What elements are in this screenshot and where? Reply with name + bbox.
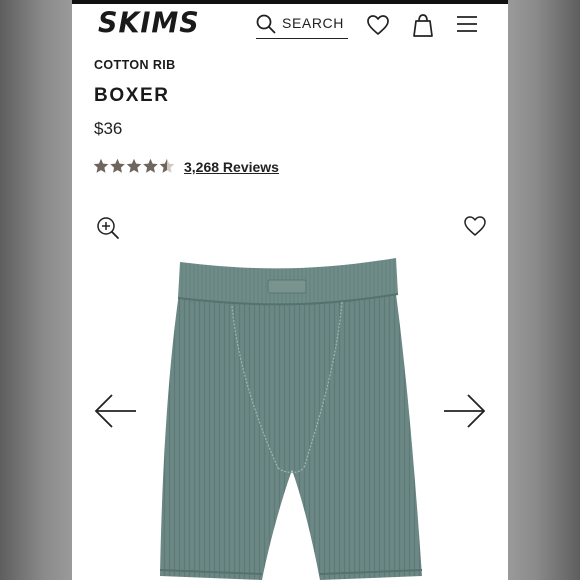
heart-icon[interactable]	[366, 14, 390, 36]
star-icon	[110, 158, 125, 173]
product-price: $36	[94, 119, 123, 138]
menu-icon[interactable]	[456, 15, 478, 33]
wishlist-heart-icon[interactable]	[463, 215, 487, 237]
search-label: SEARCH	[282, 15, 344, 31]
product-image	[159, 258, 423, 580]
product-collection: COTTON RIB	[94, 58, 176, 72]
search-icon	[256, 14, 276, 34]
reviews-link[interactable]: 3,268 Reviews	[184, 159, 279, 175]
photo-background-right	[508, 0, 580, 580]
arrow-right-icon[interactable]	[442, 393, 486, 429]
product-title: BOXER	[94, 85, 170, 106]
search-button[interactable]: SEARCH	[256, 12, 348, 39]
shopping-bag-icon[interactable]	[412, 12, 434, 38]
arrow-left-icon[interactable]	[94, 393, 138, 429]
star-icon	[93, 158, 109, 173]
star-icon	[143, 158, 158, 173]
phone-screen: SKIMS SEARCH COTTON RIB BOXER $36 3,268 …	[72, 0, 508, 580]
brand-logo[interactable]: SKIMS	[98, 7, 200, 40]
status-bar-edge	[72, 0, 508, 4]
half-star-icon	[159, 158, 175, 173]
rating-stars[interactable]	[93, 157, 177, 175]
zoom-in-icon[interactable]	[96, 216, 120, 240]
photo-background-left	[0, 0, 72, 580]
star-icon	[126, 158, 142, 173]
